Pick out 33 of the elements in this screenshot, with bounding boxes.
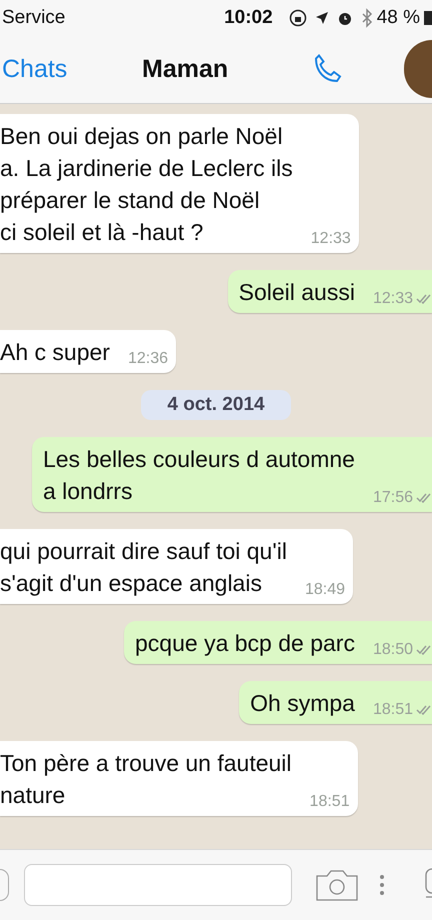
message-text: Soleil aussi bbox=[238, 278, 355, 307]
camera-icon[interactable] bbox=[316, 869, 358, 901]
message-time: 12:36 bbox=[128, 350, 168, 368]
message-time: 18:51 bbox=[310, 793, 350, 811]
message-text: pcque ya bcp de parc bbox=[135, 629, 355, 658]
message-time: 18:51 bbox=[372, 701, 413, 719]
message-time: 18:50 bbox=[372, 641, 413, 659]
avatar-placeholder[interactable] bbox=[404, 40, 432, 98]
message-text: Oh sympa bbox=[250, 689, 355, 718]
message-time: 12:33 bbox=[372, 290, 413, 308]
more-options-icon[interactable] bbox=[380, 874, 384, 896]
date-separator: 4 oct. 2014 bbox=[141, 390, 291, 420]
double-check-icon bbox=[416, 645, 432, 655]
message-text: Ton père a trouve un fauteuil nature bbox=[0, 749, 292, 810]
chat-title: Maman bbox=[142, 54, 230, 84]
back-link[interactable]: Chats bbox=[2, 54, 142, 84]
message-time: 17:56 bbox=[372, 489, 413, 507]
carrier-name: Service bbox=[2, 6, 66, 28]
battery-percentage: 48 % bbox=[376, 6, 420, 28]
bluetooth-icon bbox=[360, 8, 373, 28]
double-check-icon bbox=[416, 294, 432, 304]
location-arrow-icon bbox=[314, 10, 329, 24]
message-time: 12:33 bbox=[310, 230, 351, 248]
message-text: Ben oui dejas on parle Noël a. La jardinerie de Leclerc ils préparer le stand de Noël ci soleil et là -haut ? bbox=[0, 122, 293, 247]
message-text: Les belles couleurs d automne a londrrs bbox=[42, 445, 355, 506]
battery-icon bbox=[424, 10, 432, 24]
message-time: 18:49 bbox=[304, 581, 345, 599]
message-input[interactable] bbox=[24, 864, 292, 906]
status-time: 10:02 bbox=[224, 6, 273, 28]
message-text: Ah c super bbox=[0, 338, 110, 367]
double-check-icon bbox=[416, 493, 432, 503]
message-text: qui pourrait dire sauf toi qu'il s'agit d'un espace anglais bbox=[0, 537, 287, 598]
double-check-icon bbox=[416, 705, 432, 715]
